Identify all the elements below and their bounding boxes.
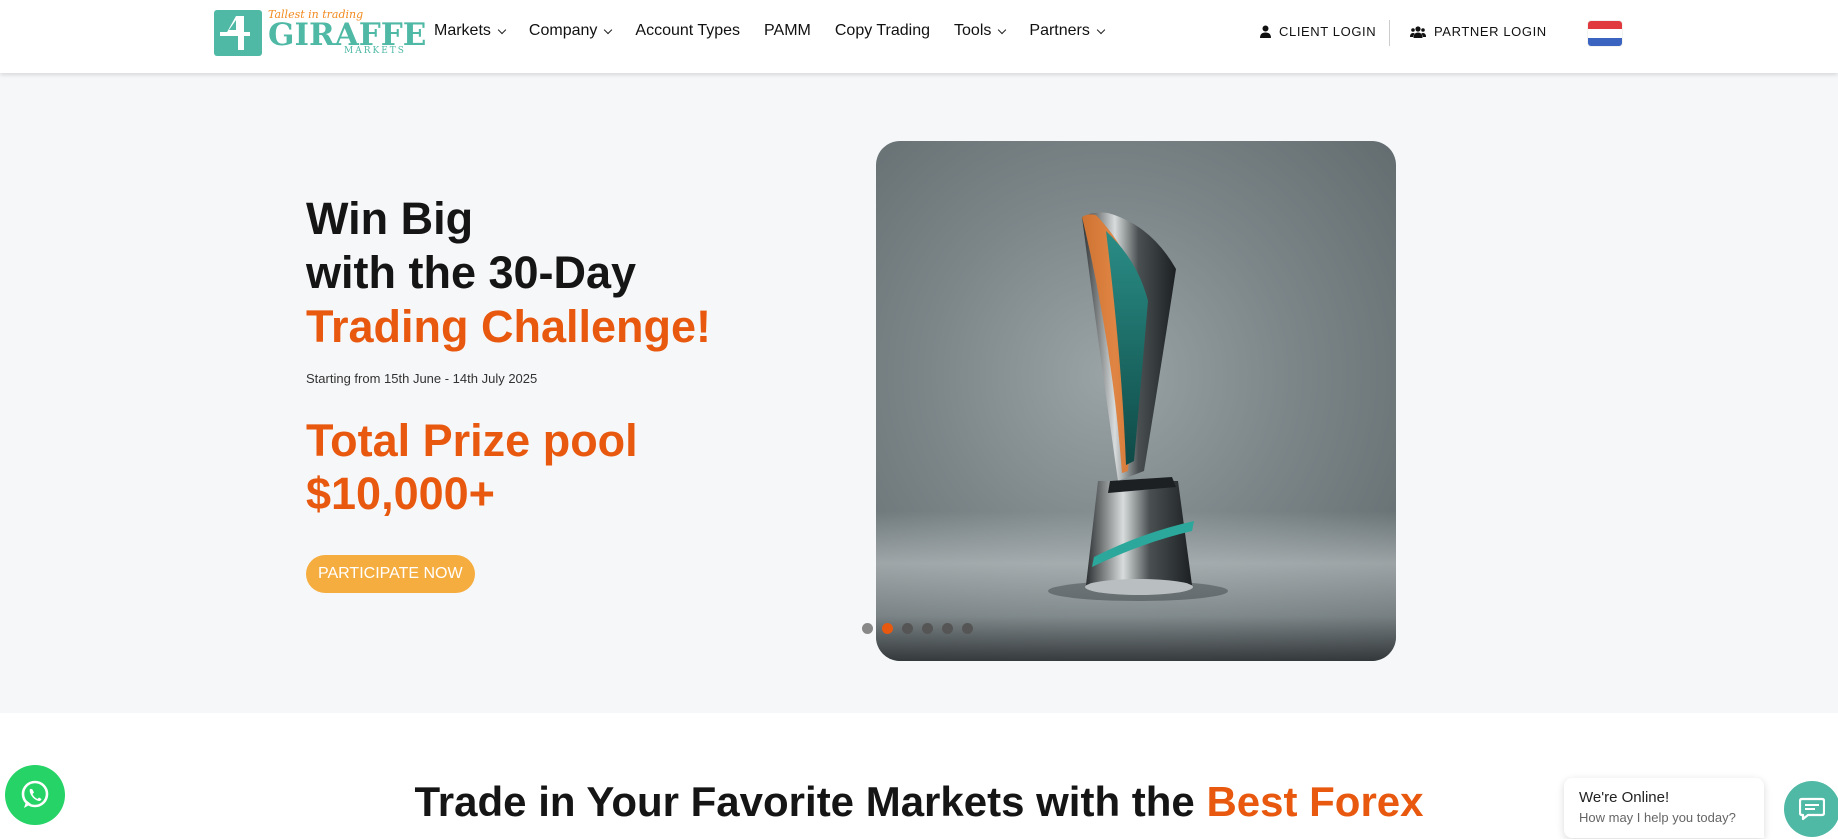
- nav-item-account-types[interactable]: Account Types: [623, 22, 752, 40]
- chevron-down-icon: [998, 25, 1007, 34]
- nav-item-markets[interactable]: Markets: [434, 22, 517, 40]
- slider-dot[interactable]: [902, 623, 913, 634]
- prize-pool: Total Prize pool $10,000+: [306, 414, 638, 520]
- chevron-down-icon: [497, 25, 507, 34]
- partner-login-button[interactable]: PARTNER LOGIN: [1410, 24, 1547, 39]
- chat-greeting-subtitle: How may I help you today?: [1579, 810, 1736, 825]
- site-header: Tallest in trading GIRAFFE MARKETS Marke…: [0, 0, 1838, 73]
- client-login-button[interactable]: CLIENT LOGIN: [1260, 24, 1376, 39]
- chat-launcher-button[interactable]: [1784, 781, 1838, 837]
- nav-item-label: PAMM: [764, 22, 811, 39]
- users-icon: [1410, 25, 1426, 38]
- login-divider: [1389, 20, 1390, 46]
- prize-pool-label: Total Prize pool: [306, 415, 638, 466]
- whatsapp-button[interactable]: [5, 765, 65, 825]
- client-login-label: CLIENT LOGIN: [1279, 24, 1377, 39]
- challenge-dates: Starting from 15th June - 14th July 2025: [306, 371, 538, 386]
- participate-now-button[interactable]: PARTICIPATE NOW: [306, 555, 475, 593]
- partner-login-label: PARTNER LOGIN: [1434, 24, 1547, 39]
- slider-dot[interactable]: [922, 623, 933, 634]
- chat-icon: [1799, 797, 1825, 821]
- giraffe-markets-logo[interactable]: Tallest in trading GIRAFFE MARKETS: [214, 8, 426, 58]
- nav-item-copy-trading[interactable]: Copy Trading: [823, 22, 942, 40]
- nav-item-partners[interactable]: Partners: [1017, 22, 1115, 40]
- slider-dot-active[interactable]: [882, 623, 893, 634]
- nav-item-label: Markets: [434, 22, 491, 39]
- nav-item-label: Copy Trading: [834, 22, 931, 39]
- slider-dot[interactable]: [862, 623, 873, 634]
- nav-item-label: Tools: [954, 22, 992, 39]
- nav-item-label: Company: [528, 22, 598, 39]
- giraffe-logo-mark-icon: [214, 10, 262, 56]
- logo-subtitle: MARKETS: [344, 46, 406, 56]
- prize-pool-amount: $10,000+: [306, 468, 495, 519]
- hero-heading-accent: Trading Challenge!: [306, 301, 712, 352]
- nav-item-company[interactable]: Company: [517, 22, 623, 40]
- whatsapp-icon: [21, 780, 49, 808]
- markets-section-title: Trade in Your Favorite Markets with the …: [0, 776, 1838, 828]
- section-title-text: Trade in Your Favorite Markets with the: [414, 778, 1207, 825]
- hero-heading: Win Big with the 30-Day Trading Challeng…: [306, 192, 711, 354]
- hero-heading-line: Win Big: [306, 193, 474, 244]
- nav-item-tools[interactable]: Tools: [942, 22, 1017, 40]
- chat-greeting-title: We're Online!: [1579, 789, 1670, 806]
- chevron-down-icon: [1096, 25, 1106, 34]
- nav-item-label: Partners: [1029, 22, 1090, 39]
- slider-dots: [862, 623, 973, 634]
- section-title-accent: Best Forex: [1206, 778, 1424, 825]
- nav-item-pamm[interactable]: PAMM: [752, 22, 823, 40]
- user-icon: [1260, 25, 1271, 38]
- slider-dot[interactable]: [942, 623, 953, 634]
- chat-greeting-bubble[interactable]: We're Online! How may I help you today?: [1564, 778, 1764, 838]
- main-nav: Markets Company Account Types PAMM Copy …: [434, 22, 1116, 40]
- slider-dot[interactable]: [962, 623, 973, 634]
- hero-heading-line: with the 30-Day: [306, 247, 637, 298]
- trophy-image: [876, 141, 1396, 661]
- chevron-down-icon: [604, 25, 613, 34]
- trophy-icon: [1048, 212, 1228, 601]
- netherlands-flag-icon[interactable]: [1588, 21, 1622, 46]
- nav-item-label: Account Types: [635, 22, 741, 39]
